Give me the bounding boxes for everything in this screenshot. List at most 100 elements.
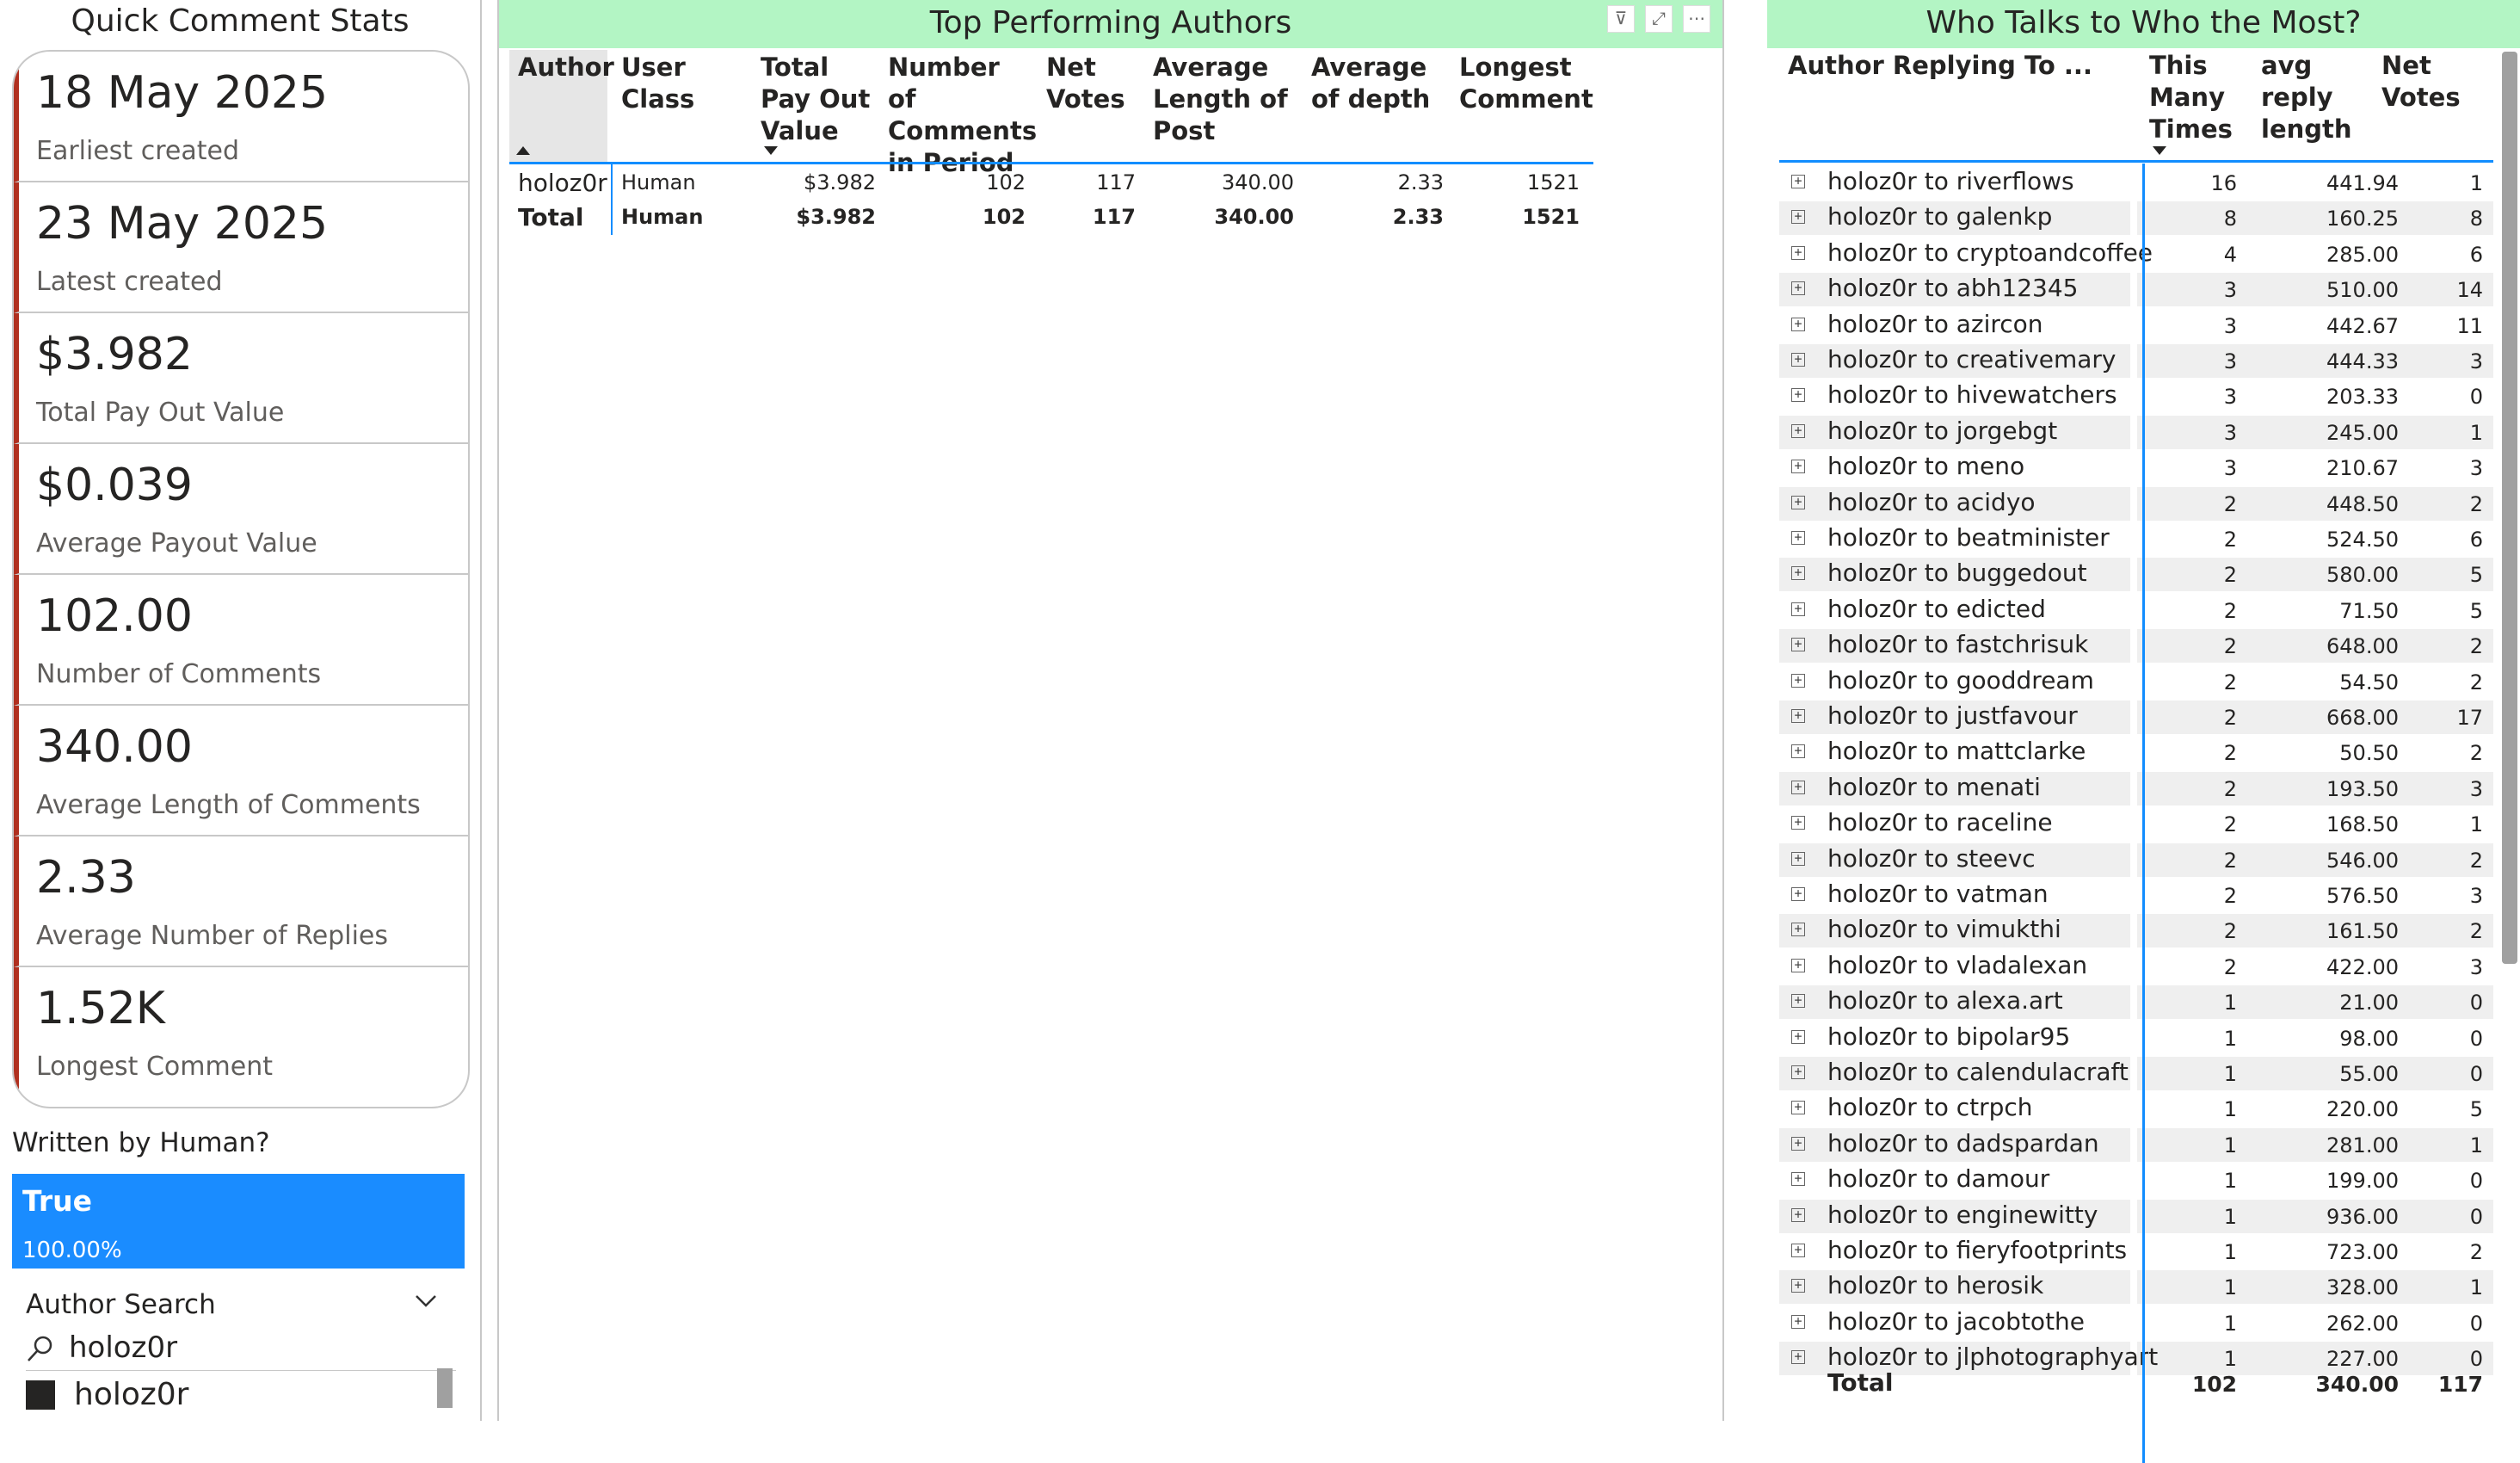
- table-row[interactable]: + holoz0r to jacobtothe 1 262.00 0: [1779, 1306, 2493, 1341]
- table-row[interactable]: + holoz0r to jorgebgt 3 245.00 1: [1779, 415, 2493, 450]
- table-row[interactable]: + holoz0r to galenkp 8 160.25 8: [1779, 201, 2493, 236]
- table-row[interactable]: + holoz0r to justfavour 2 668.00 17: [1779, 700, 2493, 735]
- expand-plus-icon[interactable]: +: [1791, 780, 1805, 794]
- expand-plus-icon[interactable]: +: [1791, 460, 1805, 474]
- column-header-average-depth[interactable]: Average of depth: [1311, 50, 1457, 162]
- cell-avg-length: 524.50: [2326, 528, 2399, 552]
- table-row[interactable]: + holoz0r to mattclarke 2 50.50 2: [1779, 735, 2493, 770]
- table-row[interactable]: + holoz0r to beatminister 2 524.50 6: [1779, 522, 2493, 557]
- expand-plus-icon[interactable]: +: [1791, 887, 1805, 901]
- expand-plus-icon[interactable]: +: [1791, 281, 1805, 296]
- cell-avg-length: 442.67: [2326, 313, 2399, 338]
- table-row[interactable]: + holoz0r to creativemary 3 444.33 3: [1779, 343, 2493, 379]
- cell-pair: holoz0r to hivewatchers: [1827, 380, 2117, 410]
- expand-plus-icon[interactable]: +: [1791, 923, 1805, 937]
- table-row[interactable]: + holoz0r to azircon 3 442.67 11: [1779, 308, 2493, 343]
- expand-plus-icon[interactable]: +: [1791, 388, 1805, 403]
- expand-plus-icon[interactable]: +: [1791, 816, 1805, 830]
- table-row[interactable]: + holoz0r to fastchrisuk 2 648.00 2: [1779, 628, 2493, 664]
- expand-plus-icon[interactable]: +: [1791, 1314, 1805, 1329]
- table-row[interactable]: + holoz0r to hivewatchers 3 203.33 0: [1779, 379, 2493, 414]
- cell-times: 2: [2223, 528, 2237, 552]
- cell-times: 3: [2223, 349, 2237, 373]
- expand-plus-icon[interactable]: +: [1791, 994, 1805, 1009]
- column-header-author[interactable]: Author: [509, 50, 614, 162]
- table-row[interactable]: + holoz0r to steevc 2 546.00 2: [1779, 843, 2493, 878]
- cell-times: 1: [2223, 1062, 2237, 1086]
- expand-plus-icon[interactable]: +: [1791, 317, 1805, 331]
- table-row[interactable]: + holoz0r to vatman 2 576.50 3: [1779, 878, 2493, 913]
- chevron-down-icon[interactable]: [411, 1286, 441, 1315]
- scrollbar[interactable]: [437, 1368, 453, 1408]
- expand-plus-icon[interactable]: +: [1791, 495, 1805, 509]
- cell-pair: holoz0r to justfavour: [1827, 701, 2078, 730]
- more-options-icon[interactable]: ⋯: [1683, 5, 1710, 33]
- focus-mode-icon[interactable]: ⤢: [1645, 5, 1673, 33]
- table-row[interactable]: + holoz0r to menati 2 193.50 3: [1779, 771, 2493, 806]
- cell-net-votes: 0: [2469, 1062, 2483, 1086]
- table-row[interactable]: + holoz0r to alexa.art 1 21.00 0: [1779, 985, 2493, 1020]
- filter-icon[interactable]: ⊽: [1607, 5, 1635, 33]
- expand-plus-icon[interactable]: +: [1791, 851, 1805, 866]
- column-header-average-length[interactable]: Average Length of Post: [1153, 50, 1299, 162]
- table-row[interactable]: + holoz0r to enginewitty 1 936.00 0: [1779, 1199, 2493, 1234]
- column-header-total-pay[interactable]: Total Pay Out Value: [761, 50, 881, 162]
- column-header-net-votes[interactable]: Net Votes: [2381, 50, 2485, 114]
- author-search-input[interactable]: holoz0r: [26, 1330, 456, 1371]
- expand-plus-icon[interactable]: +: [1791, 1029, 1805, 1044]
- human-slicer-option-true[interactable]: True 100.00%: [12, 1174, 465, 1269]
- expand-plus-icon[interactable]: +: [1791, 1244, 1805, 1257]
- column-header-pair[interactable]: Author Replying To ...: [1788, 50, 2132, 82]
- table-row[interactable]: + holoz0r to ctrpch 1 220.00 5: [1779, 1091, 2493, 1127]
- expand-plus-icon[interactable]: +: [1791, 423, 1805, 438]
- scrollbar[interactable]: [2502, 52, 2517, 964]
- checkbox[interactable]: [26, 1380, 55, 1410]
- table-row[interactable]: + holoz0r to cryptoandcoffee 4 285.00 6: [1779, 237, 2493, 272]
- expand-plus-icon[interactable]: +: [1791, 353, 1805, 367]
- table-row[interactable]: + holoz0r to bipolar95 1 98.00 0: [1779, 1021, 2493, 1056]
- table-row[interactable]: + holoz0r to vladalexan 2 422.00 3: [1779, 949, 2493, 985]
- table-row[interactable]: + holoz0r to riverflows 16 441.94 1: [1779, 165, 2493, 201]
- table-row[interactable]: + holoz0r to meno 3 210.67 3: [1779, 450, 2493, 485]
- table-row[interactable]: + holoz0r to edicted 2 71.50 5: [1779, 593, 2493, 628]
- expand-plus-icon[interactable]: +: [1791, 566, 1805, 581]
- column-header-number-comments[interactable]: Number of Comments in Period: [888, 50, 1037, 177]
- table-row[interactable]: + holoz0r to fieryfootprints 1 723.00 2: [1779, 1234, 2493, 1269]
- table-row[interactable]: + holoz0r to raceline 2 168.50 1: [1779, 806, 2493, 842]
- table-row[interactable]: + holoz0r to buggedout 2 580.00 5: [1779, 557, 2493, 592]
- column-header-user-class[interactable]: User Class: [621, 50, 750, 162]
- expand-plus-icon[interactable]: +: [1791, 1101, 1805, 1115]
- expand-plus-icon[interactable]: +: [1791, 1136, 1805, 1151]
- expand-plus-icon[interactable]: +: [1791, 210, 1805, 225]
- expand-plus-icon[interactable]: +: [1791, 245, 1805, 260]
- expand-plus-icon[interactable]: +: [1791, 531, 1805, 545]
- expand-plus-icon[interactable]: +: [1791, 958, 1805, 972]
- column-header-avg-length[interactable]: avg reply length: [2261, 50, 2381, 145]
- expand-plus-icon[interactable]: +: [1791, 1350, 1805, 1365]
- column-header-net-votes[interactable]: Net Votes: [1046, 50, 1141, 162]
- column-header-times[interactable]: This Many Times: [2149, 50, 2244, 145]
- expand-plus-icon[interactable]: +: [1791, 602, 1805, 616]
- expand-plus-icon[interactable]: +: [1791, 1207, 1805, 1222]
- expand-plus-icon[interactable]: +: [1791, 638, 1805, 652]
- table-row[interactable]: + holoz0r to gooddream 2 54.50 2: [1779, 664, 2493, 700]
- table-row[interactable]: + holoz0r to damour 1 199.00 0: [1779, 1163, 2493, 1198]
- table-row[interactable]: + holoz0r to dadspardan 1 281.00 1: [1779, 1127, 2493, 1163]
- expand-plus-icon[interactable]: +: [1791, 744, 1805, 759]
- table-row[interactable]: + holoz0r to vimukthi 2 161.50 2: [1779, 913, 2493, 948]
- expand-plus-icon[interactable]: +: [1791, 1172, 1805, 1187]
- expand-plus-icon[interactable]: +: [1791, 1279, 1805, 1293]
- expand-plus-icon[interactable]: +: [1791, 709, 1805, 723]
- cell-avg-length: 199.00: [2326, 1169, 2399, 1194]
- expand-plus-icon[interactable]: +: [1791, 673, 1805, 688]
- cell-net-votes: 0: [2469, 385, 2483, 410]
- table-row[interactable]: + holoz0r to herosik 1 328.00 1: [1779, 1269, 2493, 1305]
- table-row[interactable]: + holoz0r to abh12345 3 510.00 14: [1779, 272, 2493, 307]
- table-row[interactable]: + holoz0r to acidyo 2 448.50 2: [1779, 486, 2493, 522]
- column-header-longest-comment[interactable]: Longest Comment: [1459, 50, 1597, 162]
- table-row[interactable]: + holoz0r to calendulacraft 1 55.00 0: [1779, 1056, 2493, 1091]
- expand-plus-icon[interactable]: +: [1791, 1065, 1805, 1079]
- author-option[interactable]: holoz0r: [26, 1375, 456, 1418]
- expand-plus-icon[interactable]: +: [1791, 175, 1805, 188]
- cell-times: 3: [2223, 456, 2237, 481]
